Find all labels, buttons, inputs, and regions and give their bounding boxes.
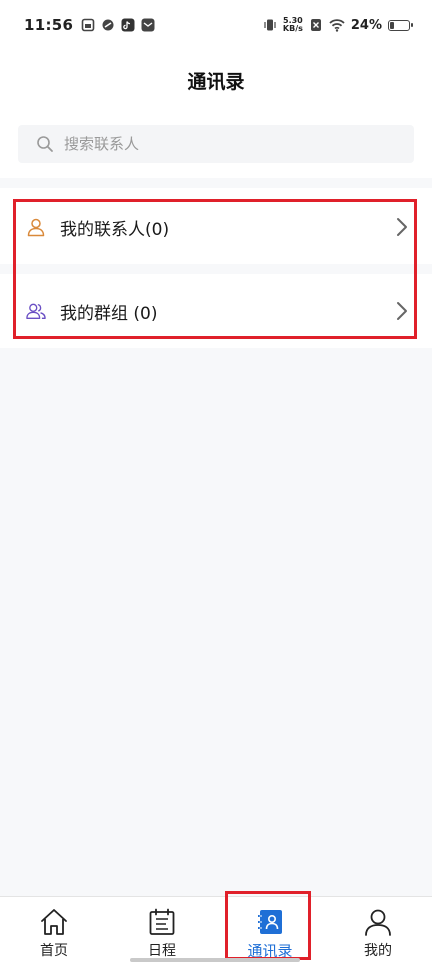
net-speed: 5.30 KB/s (283, 17, 303, 33)
no-sim-icon (310, 19, 321, 31)
status-bar: 11:56 5.30 KB/s 24% (0, 0, 432, 50)
link-icon (102, 19, 114, 31)
row-divider (0, 264, 432, 274)
battery-fill (390, 21, 394, 29)
vibrate-icon (264, 19, 276, 31)
status-time: 11:56 (24, 16, 74, 34)
search-icon (37, 136, 53, 152)
status-left: 11:56 (24, 16, 155, 34)
net-speed-unit: KB/s (282, 24, 303, 33)
app-screen: 11:56 5.30 KB/s 24% 通讯录 搜索联系人 我的联系人(0) 我… (0, 0, 432, 964)
contacts-book-icon (255, 907, 285, 937)
tab-profile[interactable]: 我的 (324, 897, 432, 964)
page-title: 通讯录 (187, 71, 245, 93)
my-groups-row[interactable]: 我的群组 (0) (0, 274, 432, 348)
wifi-icon (329, 19, 345, 32)
schedule-icon (147, 907, 177, 937)
notification-box-icon (81, 18, 95, 32)
chevron-right-icon (397, 218, 407, 236)
tiktok-icon (121, 18, 135, 32)
chevron-right-icon (397, 302, 407, 320)
mail-app-icon (141, 18, 155, 32)
tab-home[interactable]: 首页 (0, 897, 108, 964)
person-icon (26, 217, 46, 237)
contact-list: 我的联系人(0) 我的群组 (0) (0, 188, 432, 348)
tab-home-label: 首页 (40, 943, 68, 959)
home-indicator (130, 958, 300, 962)
my-contacts-row[interactable]: 我的联系人(0) (0, 190, 432, 264)
tab-schedule-label: 日程 (148, 943, 176, 959)
tab-profile-label: 我的 (364, 943, 392, 959)
home-icon (39, 907, 69, 937)
my-groups-label: 我的群组 (0) (60, 303, 158, 324)
group-icon (26, 301, 46, 321)
search-box[interactable] (18, 125, 414, 163)
bottom-tab-bar: 首页 日程 通讯录 我的 (0, 896, 432, 964)
profile-icon (363, 907, 393, 937)
status-right: 5.30 KB/s 24% (263, 17, 413, 33)
search-input[interactable] (64, 135, 364, 153)
battery-percent: 24% (350, 17, 382, 33)
my-contacts-label: 我的联系人(0) (60, 219, 170, 240)
battery-icon (388, 19, 413, 31)
header: 通讯录 (0, 50, 432, 178)
tab-contacts[interactable]: 通讯录 (216, 897, 324, 964)
tab-schedule[interactable]: 日程 (108, 897, 216, 964)
